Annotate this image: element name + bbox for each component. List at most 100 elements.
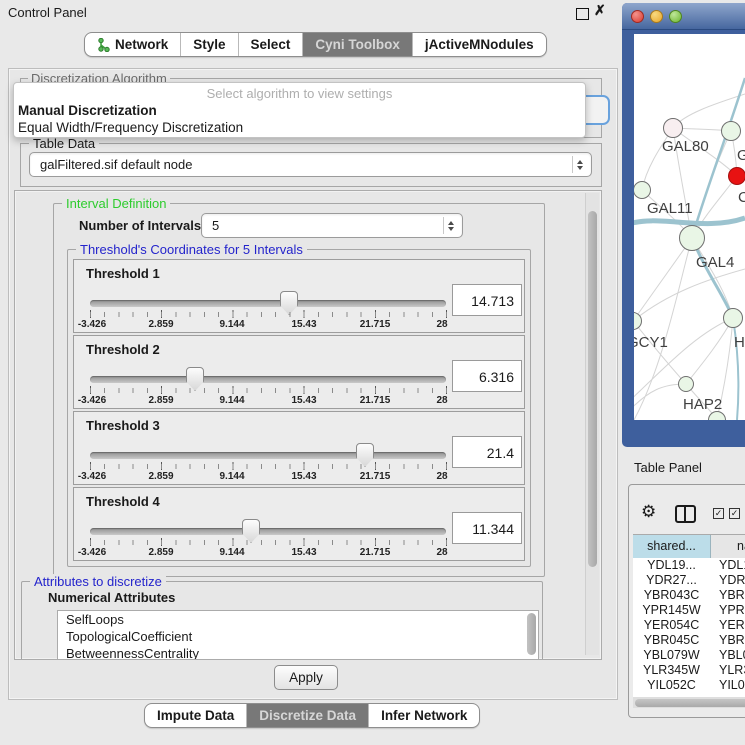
settings-scrollbar-thumb[interactable] (588, 211, 597, 567)
tick-marks (90, 312, 447, 317)
threshold-4-slider[interactable] (90, 528, 446, 535)
close-icon[interactable]: ✗ (594, 2, 606, 19)
node-label: GAL11 (647, 200, 693, 217)
tick-label: 2.859 (148, 547, 173, 558)
tick-label: 15.43 (291, 471, 316, 482)
tab-style[interactable]: Style (181, 33, 238, 56)
tab-cyni-toolbox[interactable]: Cyni Toolbox (303, 33, 413, 56)
num-intervals-combobox[interactable]: 5 (201, 213, 463, 238)
tick-label: -3.426 (78, 547, 106, 558)
node[interactable] (723, 308, 743, 328)
gear-icon[interactable]: ⚙ (641, 503, 656, 520)
list-scrollbar[interactable] (527, 613, 536, 655)
node-gal80[interactable] (663, 118, 683, 138)
node-gal4[interactable] (679, 225, 705, 251)
node-label: GA (737, 147, 745, 164)
threshold-1-panel: Threshold 1 -3.426 2.859 9.144 15.43 21.… (73, 259, 525, 333)
threshold-2-value-field[interactable]: 6.316 (452, 360, 522, 392)
close-traffic-light-icon[interactable] (631, 10, 644, 23)
network-canvas[interactable]: GAL80 GAL11 GAL4 GCY1 HAP2 H GA C (634, 34, 745, 420)
checkbox-icon[interactable]: ✓ (729, 508, 740, 519)
list-item[interactable]: BetweennessCentrality (58, 645, 538, 660)
spinner-icon[interactable] (443, 217, 458, 233)
attributes-group-label: Attributes to discretize (30, 574, 166, 589)
float-icon[interactable] (576, 8, 589, 20)
table-row[interactable]: YBR043CYBR0 (633, 588, 745, 603)
list-item[interactable]: SelfLoops (58, 611, 538, 628)
cell[interactable]: YLR3 (710, 663, 745, 678)
attributes-list: SelfLoops TopologicalCoefficient Between… (57, 610, 539, 660)
tab-cyni-toolbox-label: Cyni Toolbox (315, 37, 400, 52)
table-row[interactable]: YBL079WYBL0 (633, 648, 745, 663)
node-hap2[interactable] (678, 376, 694, 392)
tick-marks (90, 464, 447, 469)
column-header-name[interactable]: na (711, 535, 745, 558)
table-row[interactable]: YDR27...YDR2 (633, 573, 745, 588)
spinner-icon[interactable] (572, 156, 587, 172)
threshold-1-value-field[interactable]: 14.713 (452, 284, 522, 316)
apply-button[interactable]: Apply (274, 665, 338, 690)
table-row[interactable]: YDL19...YDL1 (633, 558, 745, 573)
table-row[interactable]: YPR145WYPR1 (633, 603, 745, 618)
cell[interactable]: YDL19... (633, 558, 710, 573)
tick-label: 15.43 (291, 319, 316, 330)
dropdown-option-equal-width[interactable]: Equal Width/Frequency Discretization (14, 118, 585, 135)
tick-label: 9.144 (219, 395, 244, 406)
tab-impute-data[interactable]: Impute Data (145, 704, 247, 727)
threshold-3-value-field[interactable]: 21.4 (452, 436, 522, 468)
table-data-combobox[interactable]: galFiltered.sif default node (29, 152, 592, 177)
dropdown-option-manual[interactable]: Manual Discretization (14, 101, 585, 118)
cell[interactable]: YIL052C (633, 678, 710, 693)
checkbox-icon[interactable]: ✓ (713, 508, 724, 519)
network-window-titlebar[interactable] (622, 3, 745, 30)
cell[interactable]: YDL1 (710, 558, 745, 573)
tab-discretize-data[interactable]: Discretize Data (247, 704, 369, 727)
panel-title: Control Panel (8, 5, 87, 20)
table-rows: YDL19...YDL1 YDR27...YDR2 YBR043CYBR0 YP… (633, 558, 745, 697)
cell[interactable]: YIL0 (710, 678, 745, 693)
cell[interactable]: YBR043C (633, 588, 710, 603)
node[interactable] (721, 121, 741, 141)
threshold-3-label: Threshold 3 (86, 418, 160, 433)
table-row[interactable]: YER054CYER0 (633, 618, 745, 633)
split-columns-icon[interactable] (675, 505, 696, 523)
cell[interactable]: YER054C (633, 618, 710, 633)
zoom-traffic-light-icon[interactable] (669, 10, 682, 23)
cell[interactable]: YPR1 (710, 603, 745, 618)
cell[interactable]: YBR045C (633, 633, 710, 648)
tick-label: 2.859 (148, 395, 173, 406)
cell[interactable]: YBL079W (633, 648, 710, 663)
settings-scrollbar[interactable] (585, 193, 599, 655)
num-intervals-value: 5 (212, 218, 443, 233)
threshold-2-slider[interactable] (90, 376, 446, 383)
threshold-1-slider[interactable] (90, 300, 446, 307)
minimize-traffic-light-icon[interactable] (650, 10, 663, 23)
cell[interactable]: YLR345W (633, 663, 710, 678)
cell[interactable]: YER0 (710, 618, 745, 633)
tab-infer-network[interactable]: Infer Network (369, 704, 479, 727)
node-label: GCY1 (634, 334, 668, 351)
table-row[interactable]: YBR045CYBR0 (633, 633, 745, 648)
cell[interactable]: YPR145W (633, 603, 710, 618)
table-row[interactable]: YIL052CYIL0 (633, 678, 745, 693)
table-row[interactable]: YLR345WYLR3 (633, 663, 745, 678)
tab-jactivemnodules[interactable]: jActiveMNodules (413, 33, 546, 56)
cell[interactable]: YBR0 (710, 588, 745, 603)
threshold-1-label: Threshold 1 (86, 266, 160, 281)
node-selected-red[interactable] (728, 167, 745, 185)
tab-select[interactable]: Select (239, 33, 304, 56)
tab-network[interactable]: Network (85, 33, 181, 56)
table-hscrollbar[interactable] (633, 697, 745, 708)
cell[interactable]: YDR2 (710, 573, 745, 588)
threshold-4-label: Threshold 4 (86, 494, 160, 509)
tick-label: -3.426 (78, 395, 106, 406)
list-item[interactable]: TopologicalCoefficient (58, 628, 538, 645)
table-hscrollbar-thumb[interactable] (635, 699, 745, 707)
column-header-shared-name[interactable]: shared... (633, 535, 711, 558)
cell[interactable]: YDR27... (633, 573, 710, 588)
threshold-4-value-field[interactable]: 11.344 (452, 512, 522, 544)
node-label: GAL4 (696, 254, 734, 271)
cell[interactable]: YBR0 (710, 633, 745, 648)
cell[interactable]: YBL0 (710, 648, 745, 663)
threshold-3-slider[interactable] (90, 452, 446, 459)
